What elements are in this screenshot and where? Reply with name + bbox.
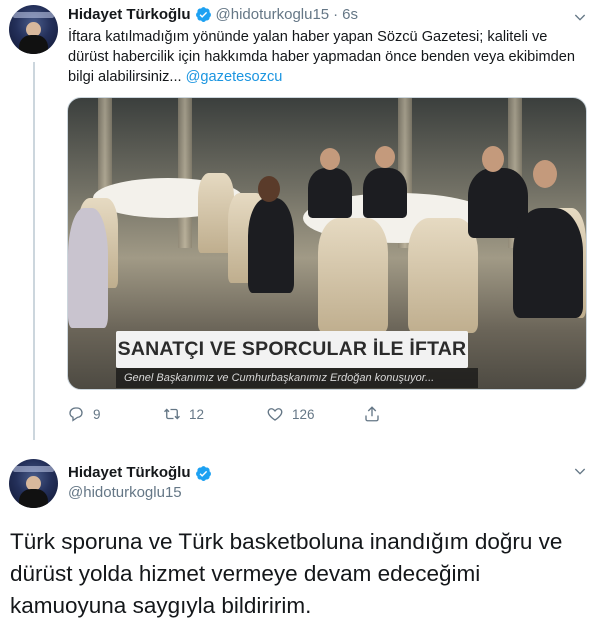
retweet-count: 12 [189,406,205,422]
reply-count: 9 [93,406,101,422]
chevron-down-icon[interactable] [572,463,588,479]
heart-icon [267,408,283,421]
tweet-media-image[interactable]: SANATÇI VE SPORCULAR İLE İFTAR Genel Baş… [67,97,587,390]
tweet-header: Hidayet Türkoğlu @hidoturkoglu15 · 6s [68,6,358,23]
author-handle[interactable]: @hidoturkoglu15 [68,483,216,503]
like-button[interactable]: 126 [266,405,315,423]
thread-connector-line [33,62,35,440]
author-name[interactable]: Hidayet Türkoğlu [68,6,191,23]
reply-icon [69,407,83,422]
share-button[interactable] [363,405,389,423]
share-icon [365,406,379,422]
verified-badge-icon [195,465,211,481]
like-count: 126 [292,406,315,422]
retweet-button[interactable]: 12 [163,405,204,423]
tweet-text: İftara katılmadığım yönünde yalan haber … [68,27,588,87]
reply-button[interactable]: 9 [67,405,101,423]
tweet-text: Türk sporuna ve Türk basketboluna inandı… [10,529,563,618]
mention-link[interactable]: @gazetesozcu [186,69,283,85]
tweet-actions: 9 12 126 [67,405,397,425]
media-caption: SANATÇI VE SPORCULAR İLE İFTAR [116,331,468,368]
media-subcaption: Genel Başkanımız ve Cumhurbaşkanımız Erd… [116,368,478,388]
separator-dot: · [333,6,339,23]
avatar[interactable] [9,459,58,508]
tweet-body: İftara katılmadığım yönünde yalan haber … [68,29,576,85]
avatar[interactable] [9,5,58,54]
timestamp[interactable]: 6s [342,6,358,23]
author-name[interactable]: Hidayet Türkoğlu [68,463,191,483]
chevron-down-icon[interactable] [572,9,588,25]
author-block: Hidayet Türkoğlu @hidoturkoglu15 [68,463,216,503]
author-handle[interactable]: @hidoturkoglu15 [216,6,330,23]
retweet-icon [164,408,180,420]
verified-badge-icon [195,7,211,22]
